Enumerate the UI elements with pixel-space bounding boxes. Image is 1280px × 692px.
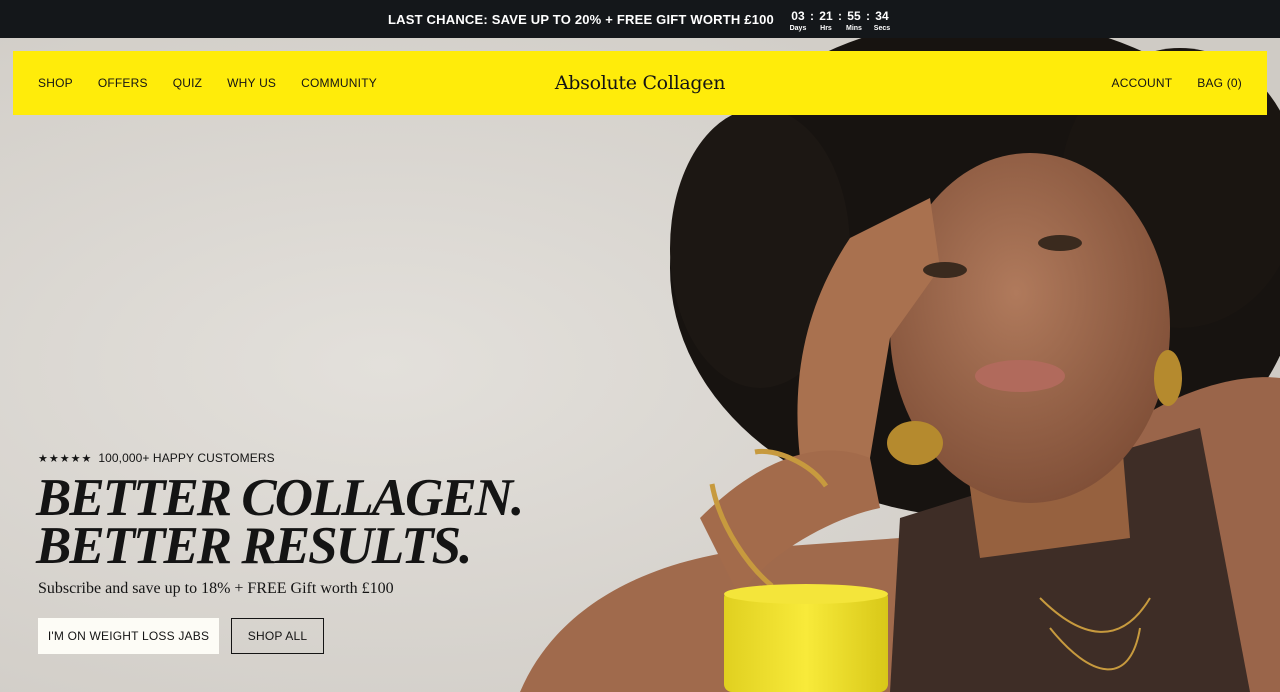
main-nav: SHOP OFFERS QUIZ WHY US COMMUNITY Absolu… — [13, 51, 1267, 115]
countdown-hours-label: Hrs — [820, 25, 832, 32]
nav-left-menu: SHOP OFFERS QUIZ WHY US COMMUNITY — [38, 76, 377, 90]
countdown-days-label: Days — [789, 25, 807, 32]
brand-logo[interactable]: Absolute Collagen — [555, 72, 726, 94]
countdown-days: 03 Days — [788, 10, 808, 34]
nav-right-menu: ACCOUNT BAG (0) — [1112, 76, 1242, 90]
hero-headline: BETTER COLLAGEN. BETTER RESULTS. — [36, 469, 524, 575]
countdown-mins: 55 Mins — [844, 10, 864, 34]
countdown-secs-label: Secs — [873, 25, 891, 32]
nav-shop[interactable]: SHOP — [38, 76, 73, 90]
star-rating-icon: ★★★★★ — [38, 452, 93, 465]
weight-loss-jabs-button[interactable]: I'M ON WEIGHT LOSS JABS — [38, 618, 219, 654]
announcement-text: LAST CHANCE: SAVE UP TO 20% + FREE GIFT … — [388, 11, 774, 27]
nav-offers[interactable]: OFFERS — [98, 76, 148, 90]
announcement-bar: LAST CHANCE: SAVE UP TO 20% + FREE GIFT … — [0, 0, 1280, 38]
countdown-mins-label: Mins — [846, 25, 862, 32]
nav-account[interactable]: ACCOUNT — [1112, 76, 1173, 90]
nav-community[interactable]: COMMUNITY — [301, 76, 377, 90]
countdown-separator: : — [809, 9, 814, 23]
countdown-hours: 21 Hrs — [816, 10, 836, 34]
rating-text: 100,000+ HAPPY CUSTOMERS — [98, 451, 275, 465]
hero-headline-line-1: BETTER COLLAGEN. — [36, 469, 524, 527]
nav-quiz[interactable]: QUIZ — [173, 76, 202, 90]
hero-subline: Subscribe and save up to 18% + FREE Gift… — [38, 580, 394, 597]
countdown-separator: : — [837, 9, 842, 23]
countdown-timer: 03 Days : 21 Hrs : 55 Mins : 34 Secs — [788, 10, 892, 34]
customer-rating: ★★★★★ 100,000+ HAPPY CUSTOMERS — [38, 451, 275, 465]
countdown-days-value: 03 — [791, 9, 805, 23]
nav-bag[interactable]: BAG (0) — [1197, 76, 1242, 90]
countdown-hours-value: 21 — [819, 9, 833, 23]
countdown-secs-value: 34 — [875, 9, 889, 23]
nav-why-us[interactable]: WHY US — [227, 76, 276, 90]
countdown-secs: 34 Secs — [872, 10, 892, 34]
shop-all-button[interactable]: SHOP ALL — [231, 618, 324, 654]
countdown-separator: : — [865, 9, 870, 23]
countdown-mins-value: 55 — [847, 9, 861, 23]
hero-headline-line-2: BETTER RESULTS. — [36, 517, 472, 575]
